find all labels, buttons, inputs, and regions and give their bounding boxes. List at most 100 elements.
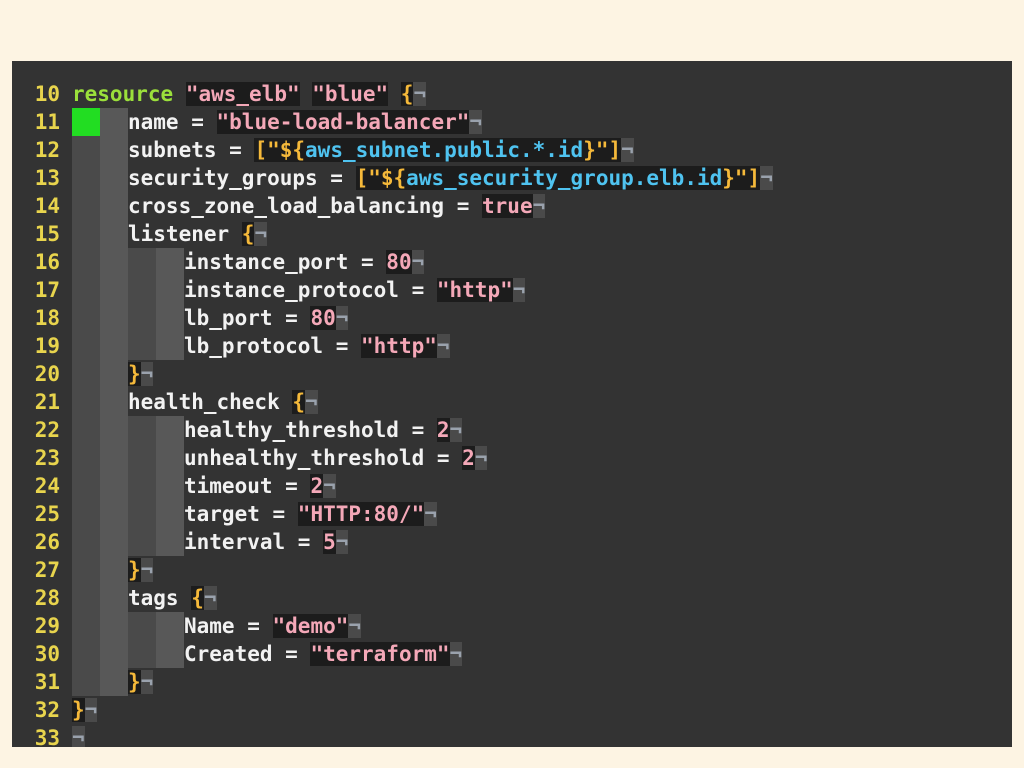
- indent-guide: [100, 136, 128, 164]
- indent-guide: [100, 248, 128, 276]
- token-eol: ¬: [140, 670, 154, 694]
- line-number: 26: [34, 530, 60, 554]
- code-line[interactable]: 19 lb_protocol = "http"¬: [12, 332, 1012, 360]
- token-num: 80: [386, 250, 412, 274]
- indent-guide: [100, 472, 128, 500]
- code-line[interactable]: 32}¬: [12, 696, 1012, 724]
- token-eol: ¬: [140, 362, 154, 386]
- code-line[interactable]: 30 Created = "terraform"¬: [12, 640, 1012, 668]
- indent-guide: [100, 164, 128, 192]
- indent-guide: [156, 528, 184, 556]
- indent-guide: [100, 276, 128, 304]
- token-str: "demo": [272, 614, 349, 638]
- indent-guide: [72, 332, 100, 360]
- code-editor[interactable]: 10 resource "aws_elb" "blue" {¬ 11 name = "…: [12, 61, 1012, 747]
- code-text: }¬: [72, 556, 154, 584]
- code-line[interactable]: 24 timeout = 2¬: [12, 472, 1012, 500]
- code-text: lb_port = 80¬: [72, 304, 349, 332]
- code-line[interactable]: [12, 61, 1012, 80]
- code-line[interactable]: 11 name = "blue-load-balancer"¬: [12, 108, 1012, 136]
- code-line[interactable]: 18 lb_port = 80¬: [12, 304, 1012, 332]
- code-text: target = "HTTP:80/"¬: [72, 500, 437, 528]
- indent-guide: [128, 276, 156, 304]
- line-number: 10: [34, 82, 60, 106]
- indent-guide: [128, 528, 156, 556]
- token-punct: {: [241, 222, 255, 246]
- token-str: "http": [436, 278, 513, 302]
- code-line[interactable]: 27 }¬: [12, 556, 1012, 584]
- indent-guide: [100, 108, 128, 136]
- code-line[interactable]: 25 target = "HTTP:80/"¬: [12, 500, 1012, 528]
- code-line[interactable]: 26 interval = 5¬: [12, 528, 1012, 556]
- indent-guide: [100, 360, 128, 388]
- token-plain: instance_protocol =: [184, 278, 437, 302]
- token-eol: ¬: [305, 390, 318, 414]
- code-text: interval = 5¬: [72, 528, 349, 556]
- indent-guide: [72, 192, 100, 220]
- indent-guide: [156, 416, 184, 444]
- indent-guide: [72, 584, 100, 612]
- token-plain: subnets =: [128, 138, 255, 162]
- indent-guide: [156, 444, 184, 472]
- code-text: healthy_threshold = 2¬: [72, 416, 463, 444]
- code-line[interactable]: 14 cross_zone_load_balancing = true¬: [12, 192, 1012, 220]
- token-eol: ¬: [621, 138, 634, 162]
- token-eol: ¬: [760, 166, 773, 190]
- line-number: 16: [34, 250, 60, 274]
- code-line[interactable]: 13 security_groups = ["${aws_security_gro…: [12, 164, 1012, 192]
- indent-guide: [72, 612, 100, 640]
- token-interp: }: [583, 138, 596, 162]
- token-eol: ¬: [203, 586, 217, 610]
- code-line[interactable]: 22 healthy_threshold = 2¬: [12, 416, 1012, 444]
- token-eol: ¬: [335, 530, 349, 554]
- line-number: 11: [34, 110, 60, 134]
- indent-guide: [156, 276, 184, 304]
- code-line[interactable]: 29 Name = "demo"¬: [12, 612, 1012, 640]
- token-plain: health_check: [128, 390, 293, 414]
- token-eol: ¬: [348, 614, 362, 638]
- indent-guide: [72, 444, 100, 472]
- token-punct: }: [72, 698, 85, 722]
- token-eol: ¬: [411, 250, 425, 274]
- indent-guide: [72, 528, 100, 556]
- token-punct: {: [191, 586, 204, 610]
- token-plain: listener: [128, 222, 242, 246]
- indent-guide: [128, 304, 156, 332]
- code-text: name = "blue-load-balancer"¬: [72, 108, 483, 136]
- token-eol: ¬: [413, 82, 427, 106]
- code-text: ¬: [72, 724, 85, 747]
- code-line[interactable]: 21 health_check {¬: [12, 388, 1012, 416]
- code-line[interactable]: 20}¬: [12, 360, 1012, 388]
- code-line[interactable]: 16 instance_port = 80¬: [12, 248, 1012, 276]
- indent-guide: [72, 556, 100, 584]
- text-cursor: [72, 108, 100, 136]
- code-text: instance_protocol = "http"¬: [72, 276, 526, 304]
- token-eol: ¬: [72, 726, 85, 747]
- indent-guide: [100, 528, 128, 556]
- code-line[interactable]: 12 subnets = ["${aws_subnet.public.*.id}"…: [12, 136, 1012, 164]
- code-line[interactable]: 28 tags {¬: [12, 584, 1012, 612]
- line-number: 18: [34, 306, 60, 330]
- indent-guide: [100, 388, 128, 416]
- token-plain: name =: [128, 110, 217, 134]
- code-line[interactable]: 33 ¬: [12, 724, 1012, 747]
- line-number: 17: [34, 278, 60, 302]
- token-punct: }: [128, 670, 141, 694]
- line-number: 15: [34, 222, 60, 246]
- code-line[interactable]: 15 listener {¬: [12, 220, 1012, 248]
- token-interp: ${: [279, 138, 306, 162]
- line-number: 13: [34, 166, 60, 190]
- token-ref: aws_subnet.public.*.id: [305, 138, 584, 162]
- token-eol: ¬: [254, 222, 268, 246]
- code-line[interactable]: 10 resource "aws_elb" "blue" {¬: [12, 80, 1012, 108]
- line-number: 27: [34, 558, 60, 582]
- code-line[interactable]: 17 instance_protocol = "http"¬: [12, 276, 1012, 304]
- code-line[interactable]: 23 unhealthy_threshold = 2¬: [12, 444, 1012, 472]
- indent-guide: [100, 416, 128, 444]
- code-text: }¬: [72, 696, 98, 724]
- token-plain: Name =: [184, 614, 273, 638]
- code-line[interactable]: 31}¬: [12, 668, 1012, 696]
- token-plain: security_groups =: [128, 166, 356, 190]
